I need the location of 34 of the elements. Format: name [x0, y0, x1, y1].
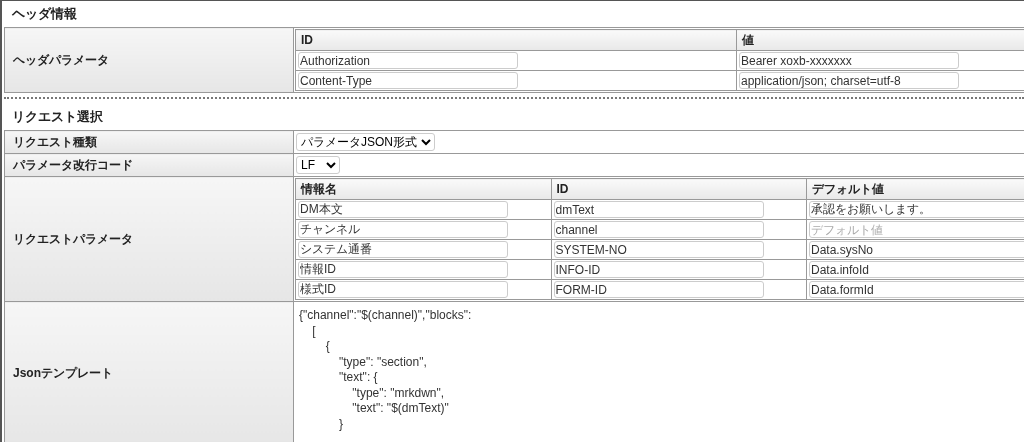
column-header: デフォルト値: [806, 178, 1024, 200]
section-title: ヘッダ情報: [11, 5, 78, 23]
input-field[interactable]: Content-Type: [298, 72, 518, 89]
input-field[interactable]: SYSTEM-NO: [553, 241, 764, 258]
input-field[interactable]: DM本文: [298, 201, 508, 218]
row-label: パラメータ改行コード: [4, 153, 294, 177]
input-field[interactable]: Data.sysNo: [809, 241, 1024, 258]
input-field[interactable]: Bearer xoxb-xxxxxxx: [739, 52, 959, 69]
request-type-dropdown[interactable]: パラメータJSON形式: [296, 133, 435, 151]
column-header: ID: [551, 178, 807, 200]
input-field[interactable]: 様式ID: [298, 281, 508, 298]
newline-code-dropdown[interactable]: LF: [296, 156, 340, 174]
input-field[interactable]: Data.formId: [809, 281, 1024, 298]
input-field[interactable]: 情報ID: [298, 261, 508, 278]
column-header: 値: [736, 29, 1024, 51]
input-field[interactable]: channel: [553, 221, 764, 238]
row-label: ヘッダパラメータ: [4, 27, 294, 93]
input-field[interactable]: Authorization: [298, 52, 518, 69]
input-field[interactable]: チャンネル: [298, 221, 508, 238]
column-header: 情報名: [295, 178, 551, 200]
row-label: リクエスト種類: [4, 130, 294, 154]
input-field[interactable]: FORM-ID: [553, 281, 764, 298]
json-template-field[interactable]: {"channel":"$(channel)","blocks": [ { "type": "section", "text": { "type": "mrkdwn", "text": "$(dmText)" }: [295, 303, 1024, 441]
input-field[interactable]: INFO-ID: [553, 261, 764, 278]
input-field[interactable]: Data.infoId: [809, 261, 1024, 278]
input-field[interactable]: デフォルト値: [809, 221, 1024, 238]
row-label: Jsonテンプレート: [4, 301, 294, 442]
column-header: ID: [295, 29, 737, 51]
row-label: リクエストパラメータ: [4, 176, 294, 302]
input-field[interactable]: dmText: [553, 201, 764, 218]
input-field[interactable]: 承認をお願いします。: [809, 201, 1024, 218]
input-field[interactable]: application/json; charset=utf-8: [739, 72, 959, 89]
section-title: リクエスト選択: [11, 108, 104, 126]
input-field[interactable]: システム通番: [298, 241, 508, 258]
